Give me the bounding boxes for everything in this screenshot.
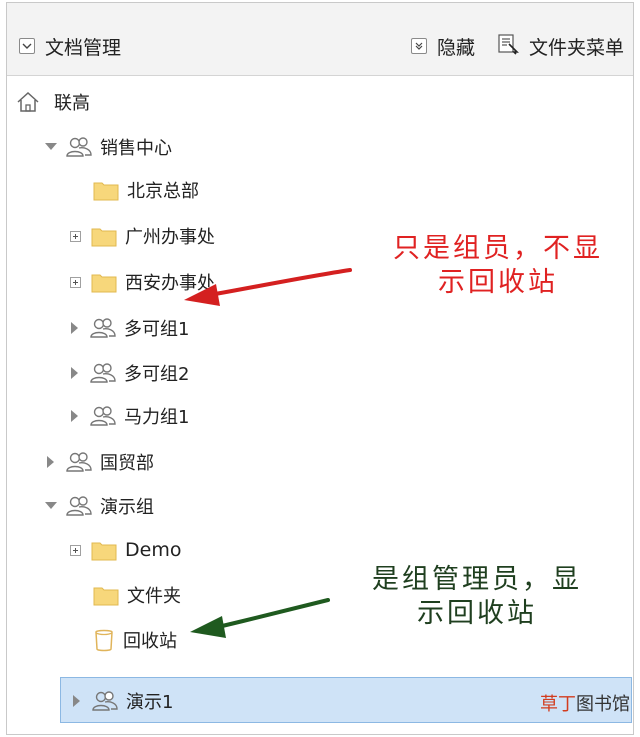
folder-menu-icon [497, 33, 519, 60]
tree-item-guomao[interactable]: 国贸部 [44, 447, 154, 477]
double-chevron-down-icon [411, 38, 427, 54]
expand-plus-icon[interactable] [70, 230, 81, 242]
tree-item-beijing[interactable]: 北京总部 [93, 175, 199, 205]
green-annotation-line2: 示回收站 [417, 598, 537, 629]
red-annotation-line2: 示回收站 [438, 267, 558, 298]
tree-item-label: 回收站 [123, 631, 177, 652]
group-icon [90, 405, 116, 427]
collapsed-arrow-icon[interactable] [68, 409, 82, 423]
group-icon [90, 362, 116, 384]
tree-item-label: 销售中心 [100, 138, 172, 159]
tree-item-label: 演示组 [100, 497, 154, 518]
group-icon [66, 451, 92, 473]
tree-item-mali1[interactable]: 马力组1 [68, 401, 189, 431]
hide-label: 隐藏 [437, 36, 476, 59]
folder-icon [91, 271, 117, 293]
tree-item-label: Demo [125, 539, 182, 561]
green-annotation-line1: 是组管理员，显 [372, 564, 582, 595]
green-annotation: 是组管理员，显 示回收站 [352, 563, 602, 631]
tree-item-root[interactable]: 联高 [16, 87, 90, 117]
tree-item-label: 联高 [54, 93, 90, 114]
tree-item-duoke2[interactable]: 多可组2 [68, 358, 189, 388]
expand-plus-icon[interactable] [70, 544, 81, 556]
folder-menu-label: 文件夹菜单 [529, 36, 625, 59]
tree-item-label: 北京总部 [127, 181, 199, 202]
tree-item-recycle-bin[interactable]: 回收站 [93, 625, 177, 655]
red-arrow-icon [184, 268, 352, 306]
group-icon [66, 495, 92, 517]
tree-item-demo1[interactable]: 演示1 [70, 686, 173, 716]
collapsed-arrow-icon[interactable] [44, 455, 58, 469]
collapsed-arrow-icon[interactable] [70, 694, 84, 708]
folder-menu-button[interactable]: 文件夹菜单 [497, 33, 624, 59]
green-arrow-icon [190, 598, 330, 638]
tree-item-guangzhou[interactable]: 广州办事处 [70, 221, 215, 251]
group-icon [92, 690, 118, 712]
collapsed-arrow-icon[interactable] [68, 366, 82, 380]
tree-item-demo[interactable]: Demo [70, 535, 181, 565]
tree-item-label: 多可组2 [124, 364, 190, 385]
tree-item-demo-group[interactable]: 演示组 [44, 491, 154, 521]
expanded-arrow-icon[interactable] [44, 140, 58, 154]
tree-item-sales[interactable]: 销售中心 [44, 132, 172, 162]
watermark: 草丁图书馆 [540, 690, 630, 716]
red-annotation: 只是组员，不显 示回收站 [378, 232, 618, 300]
expanded-arrow-icon[interactable] [44, 499, 58, 513]
tree-item-label: 马力组1 [124, 407, 190, 428]
group-icon [90, 317, 116, 339]
tree-item-label: 广州办事处 [125, 227, 215, 248]
tree-item-label: 国贸部 [100, 453, 154, 474]
hide-button[interactable]: 隐藏 [411, 33, 475, 59]
folder-icon [93, 179, 119, 201]
group-icon [66, 136, 92, 158]
tree-item-label: 演示1 [126, 692, 174, 713]
watermark-part1: 草丁 [540, 694, 576, 715]
toolbar-title: 文档管理 [45, 36, 122, 59]
red-annotation-line1: 只是组员，不显 [393, 233, 603, 264]
recycle-bin-icon [93, 628, 115, 652]
tree-item-label: 多可组1 [124, 319, 190, 340]
expand-plus-icon[interactable] [70, 276, 81, 288]
document-manager-toggle[interactable]: 文档管理 [19, 33, 121, 59]
home-icon [16, 91, 40, 113]
toolbar: 文档管理 隐藏 文件夹菜单 [7, 3, 633, 76]
folder-icon [91, 225, 117, 247]
tree-item-folder[interactable]: 文件夹 [93, 580, 181, 610]
watermark-part2: 图书馆 [576, 694, 630, 715]
folder-icon [91, 539, 117, 561]
tree-item-duoke1[interactable]: 多可组1 [68, 313, 189, 343]
collapsed-arrow-icon[interactable] [68, 321, 82, 335]
tree-item-label: 文件夹 [127, 586, 181, 607]
chevron-down-icon [19, 38, 35, 54]
folder-icon [93, 584, 119, 606]
